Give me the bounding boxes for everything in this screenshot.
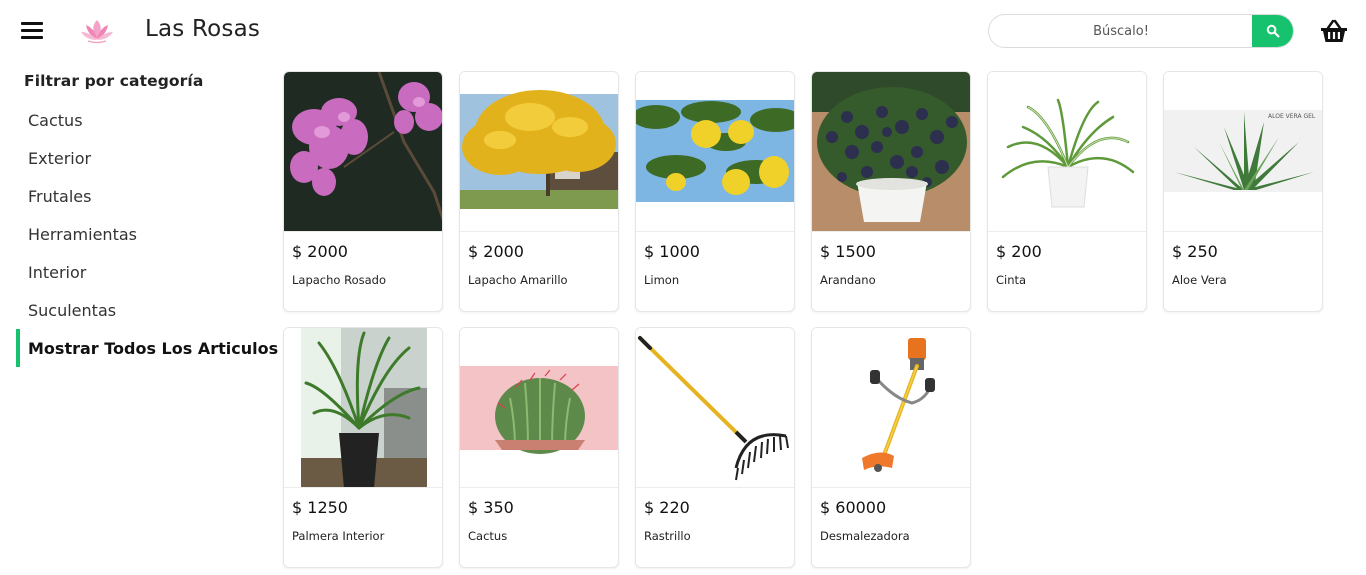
aloe-image-text: ALOE VERA GEL (1268, 113, 1316, 120)
product-name: Limon (644, 273, 680, 287)
search-button[interactable] (1252, 15, 1293, 47)
lotus-logo-icon[interactable] (80, 18, 114, 44)
product-image (284, 72, 442, 232)
product-card-desmalezadora[interactable]: $ 60000 Desmalezadora (811, 327, 971, 568)
product-image (812, 328, 970, 488)
product-price: $ 60000 (820, 498, 887, 517)
product-price: $ 1000 (644, 242, 700, 261)
basket-icon[interactable] (1320, 18, 1348, 44)
product-card-arandano[interactable]: $ 1500 Arandano (811, 71, 971, 312)
product-image (284, 328, 442, 488)
product-image (460, 72, 618, 232)
product-name: Palmera Interior (292, 529, 385, 543)
category-frutales[interactable]: Frutales (16, 177, 266, 215)
product-price: $ 200 (996, 242, 1042, 261)
product-price: $ 1250 (292, 498, 348, 517)
search-input[interactable] (989, 15, 1253, 47)
product-price: $ 220 (644, 498, 690, 517)
category-cactus[interactable]: Cactus (16, 101, 266, 139)
category-interior[interactable]: Interior (16, 253, 266, 291)
search-icon (1266, 24, 1279, 38)
product-image (812, 72, 970, 232)
product-name: Cactus (468, 529, 508, 543)
category-exterior[interactable]: Exterior (16, 139, 266, 177)
product-card-aloe-vera[interactable]: ALOE VERA GEL $ 250 Aloe Vera (1163, 71, 1323, 312)
product-image (636, 72, 794, 232)
filter-title: Filtrar por categoría (24, 72, 204, 90)
product-image: ALOE VERA GEL (1164, 72, 1322, 232)
product-price: $ 250 (1172, 242, 1218, 261)
product-card-cactus[interactable]: $ 350 Cactus (459, 327, 619, 568)
product-image (636, 328, 794, 488)
hamburger-menu-icon[interactable] (21, 22, 43, 40)
product-card-lapacho-rosado[interactable]: $ 2000 Lapacho Rosado (283, 71, 443, 312)
product-card-limon[interactable]: $ 1000 Limon (635, 71, 795, 312)
product-card-rastrillo[interactable]: $ 220 Rastrillo (635, 327, 795, 568)
category-herramientas[interactable]: Herramientas (16, 215, 266, 253)
product-name: Lapacho Amarillo (468, 273, 568, 287)
product-name: Desmalezadora (820, 529, 910, 543)
product-card-lapacho-amarillo[interactable]: $ 2000 Lapacho Amarillo (459, 71, 619, 312)
product-price: $ 350 (468, 498, 514, 517)
product-card-palmera-interior[interactable]: $ 1250 Palmera Interior (283, 327, 443, 568)
product-name: Rastrillo (644, 529, 691, 543)
brand-name[interactable]: Las Rosas (145, 16, 260, 42)
product-name: Cinta (996, 273, 1027, 287)
product-name: Aloe Vera (1172, 273, 1227, 287)
product-price: $ 2000 (292, 242, 348, 261)
product-image (460, 328, 618, 488)
product-name: Arandano (820, 273, 876, 287)
search-box (988, 14, 1294, 48)
product-name: Lapacho Rosado (292, 273, 386, 287)
product-price: $ 2000 (468, 242, 524, 261)
category-suculentas[interactable]: Suculentas (16, 291, 266, 329)
product-image (988, 72, 1146, 232)
product-price: $ 1500 (820, 242, 876, 261)
top-bar: Las Rosas (0, 0, 1366, 64)
category-show-all[interactable]: Mostrar Todos Los Articulos (16, 329, 278, 367)
product-card-cinta[interactable]: $ 200 Cinta (987, 71, 1147, 312)
